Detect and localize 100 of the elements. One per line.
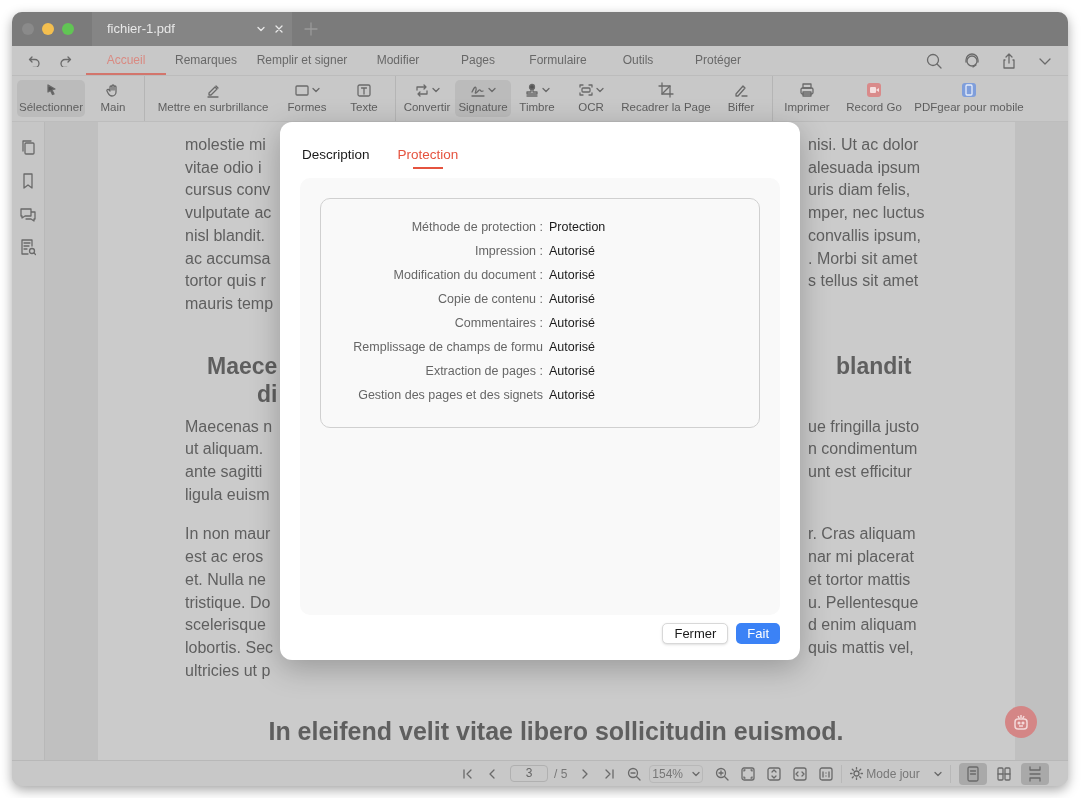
document-search-icon[interactable] (20, 238, 36, 256)
toolbar-button[interactable]: Biffer (713, 80, 769, 117)
copy-pages-icon[interactable] (20, 138, 36, 156)
permission-label: Commentaires : (453, 314, 543, 332)
toolbar-button[interactable]: Imprimer (776, 80, 838, 117)
body-text-fragment: tortor quis r (185, 272, 266, 290)
body-text-fragment: cursus conv (185, 181, 271, 199)
toolbar-button[interactable]: Texte (336, 80, 392, 117)
permission-value: Autorisé (548, 314, 595, 332)
phone-icon (961, 81, 977, 98)
fit-height-icon[interactable] (767, 766, 782, 781)
toolbar-button[interactable]: Sélectionner (17, 80, 85, 117)
sun-icon (850, 767, 864, 780)
zoom-dropdown[interactable]: 154% (649, 764, 704, 783)
comments-icon[interactable] (19, 206, 37, 222)
body-text-fragment: convallis ipsum, (807, 225, 921, 246)
ocr-icon (578, 81, 594, 98)
toolbar-button[interactable]: Mettre en surbrillance (148, 80, 278, 117)
close-icon[interactable] (274, 24, 284, 34)
close-button[interactable]: Fermer (662, 623, 729, 644)
text-box-icon (356, 81, 372, 98)
body-text-fragment: . Morbi sit amet (807, 248, 918, 269)
mode-dropdown[interactable]: Mode jour (850, 764, 943, 783)
permission-label: Méthode de protection : (410, 218, 543, 236)
permission-value: Protection (548, 218, 606, 236)
permission-value: Autorisé (548, 290, 595, 308)
body-text-fragment: r. Cras aliquam (807, 524, 916, 545)
dialog-tab[interactable]: Protection (397, 122, 459, 178)
body-text-fragment: d enim aliquam (807, 615, 917, 636)
video-camera-icon (866, 81, 882, 98)
body-text-fragment: nisl blandit. (185, 226, 266, 244)
body-text-fragment: ante sagitti (185, 463, 263, 481)
two-page-icon (996, 765, 1013, 782)
fit-width-icon[interactable] (793, 766, 808, 781)
zoom-out-icon[interactable] (627, 766, 642, 781)
body-text-fragment: s tellus sit amet (807, 271, 919, 292)
headset-icon[interactable] (964, 52, 980, 69)
view-mode-button[interactable] (959, 762, 988, 785)
permission-value: Autorisé (548, 386, 595, 404)
body-text-fragment: ac accumsa (185, 249, 271, 267)
toolbar-button[interactable]: Signature (455, 80, 511, 117)
body-text-fragment: tristique. Do (185, 593, 271, 611)
view-mode-button[interactable] (1021, 762, 1050, 785)
page-number-field[interactable]: 3 (510, 765, 548, 782)
zoom-in-icon[interactable] (715, 766, 730, 781)
toolbar-button[interactable]: Formes (278, 80, 336, 117)
body-text-fragment: nar mi placerat (807, 547, 914, 568)
minimize-window-button[interactable] (42, 23, 54, 35)
body-text-fragment: alesuada ipsum (807, 157, 921, 178)
toolbar-button[interactable]: Record Go (838, 80, 910, 117)
body-text-fragment: uris diam felis, (807, 180, 911, 201)
bookmark-icon[interactable] (21, 172, 35, 190)
body-text-fragment: mper, nec luctus (807, 203, 925, 224)
toolbar-button[interactable]: OCR (563, 80, 619, 117)
menu-tab[interactable]: Modifier (358, 46, 438, 75)
last-page-icon[interactable] (603, 767, 616, 780)
toolbar-button[interactable]: Recadrer la Page (619, 80, 713, 117)
done-button[interactable]: Fait (736, 623, 780, 644)
zoom-window-button[interactable] (62, 23, 74, 35)
share-icon[interactable] (1002, 52, 1016, 69)
body-text-fragment: unt est efficitur (807, 462, 912, 483)
permission-label: Extraction de pages : (424, 362, 543, 380)
chevron-down-icon (934, 769, 943, 778)
permission-value: Autorisé (548, 362, 595, 380)
menu-tab[interactable]: Formulaire (518, 46, 598, 75)
menu-tab[interactable]: Outils (598, 46, 678, 75)
toolbar-button[interactable]: Timbre (511, 80, 563, 117)
actual-size-icon[interactable] (819, 766, 834, 781)
body-text-fragment: vitae odio i (185, 158, 262, 176)
stamp-icon (524, 81, 540, 98)
first-page-icon[interactable] (462, 767, 474, 780)
chevron-down-icon (692, 769, 701, 778)
body-text-fragment: scelerisque (185, 616, 266, 634)
fit-page-icon[interactable] (741, 766, 756, 781)
toolbar-button[interactable]: Main (85, 80, 141, 117)
chevron-down-icon (256, 24, 266, 34)
permission-value: Autorisé (548, 242, 595, 260)
permission-label: Gestion des pages et des signets (357, 386, 543, 404)
toolbar-button[interactable]: Convertir (399, 80, 455, 117)
document-tab[interactable]: fichier-1.pdf (92, 12, 292, 46)
body-text-fragment: vulputate ac (185, 204, 272, 222)
dialog-tab[interactable]: Description (302, 122, 370, 178)
heading-text-fragment: blandit (835, 351, 912, 380)
body-text-fragment: lobortis. Sec (185, 638, 274, 656)
body-text-fragment: ue fringilla justo (807, 416, 920, 437)
body-text-fragment: ultricies ut p (185, 661, 271, 679)
redo-icon[interactable] (60, 54, 72, 67)
permission-label: Impression : (473, 242, 543, 260)
body-text-fragment: ut aliquam. (185, 440, 264, 458)
menu-tab[interactable]: Remarques (166, 46, 246, 75)
body-text-fragment: nisi. Ut ac dolor (807, 135, 919, 155)
body-text-fragment: est ac eros (185, 548, 264, 566)
heading-text-fragment: Maece (207, 352, 278, 379)
toolbar-button[interactable]: PDFgear pour mobile (910, 80, 1028, 117)
menu-tab[interactable]: Protéger (678, 46, 758, 75)
printer-icon (799, 81, 815, 98)
undo-icon[interactable] (28, 54, 40, 67)
search-icon[interactable] (926, 52, 942, 69)
menu-tab[interactable]: Remplir et signer (246, 46, 358, 75)
menu-tab[interactable]: Pages (438, 46, 518, 75)
